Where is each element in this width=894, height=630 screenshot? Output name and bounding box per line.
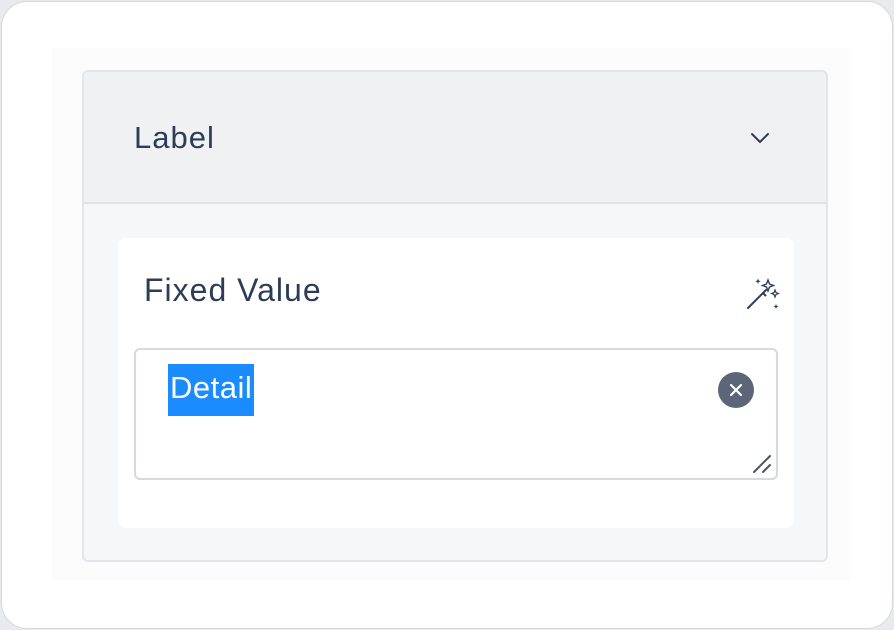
clear-button[interactable]	[718, 372, 754, 408]
panel-header-toggle[interactable]: Label	[84, 72, 826, 204]
panel-title: Label	[134, 120, 215, 155]
field-label: Fixed Value	[144, 272, 322, 308]
window-frame: Label Fixed Value Detail	[1, 1, 893, 629]
chevron-down-icon[interactable]	[748, 126, 772, 150]
label-panel: Label Fixed Value Detail	[82, 70, 828, 562]
resize-handle-icon[interactable]	[750, 452, 772, 474]
fixed-value-textarea[interactable]: Detail	[134, 348, 778, 480]
magic-wand-icon[interactable]	[744, 278, 781, 312]
fixed-value-card: Fixed Value Detail	[118, 238, 794, 528]
textarea-value-selected[interactable]: Detail	[168, 364, 255, 416]
close-icon	[729, 383, 743, 397]
